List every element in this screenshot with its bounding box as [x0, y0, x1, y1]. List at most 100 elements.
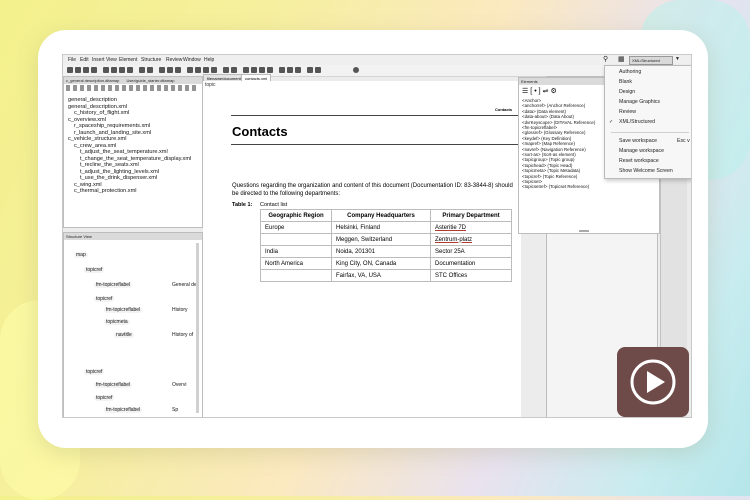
- menu-edit[interactable]: Edit: [80, 57, 89, 63]
- bold-icon[interactable]: [159, 67, 165, 73]
- italic-icon[interactable]: [167, 67, 173, 73]
- workspace-selector[interactable]: XML/Structured: [629, 56, 673, 65]
- table-icon[interactable]: [187, 67, 193, 73]
- map-tree-item[interactable]: t_adjust_the_seat_temperature.xml: [80, 149, 168, 155]
- workspace-action[interactable]: Show Welcome Screen: [619, 168, 673, 174]
- track-changes-icon[interactable]: [279, 67, 285, 73]
- menu-review[interactable]: Review: [166, 57, 182, 63]
- menu-file[interactable]: File: [68, 57, 76, 63]
- element-list-item[interactable]: <mapref> (Map Reference): [522, 141, 575, 146]
- element-list-item[interactable]: <Anchor>: [522, 98, 541, 103]
- map-tree-item[interactable]: r_spaceship_requirements.xml: [74, 123, 150, 129]
- element-list-item[interactable]: <keydef> (Key Definition): [522, 136, 571, 141]
- workspace-option[interactable]: Review: [619, 109, 636, 115]
- elements-resize-grip[interactable]: [579, 230, 589, 232]
- element-list-item[interactable]: <topicgroup> (Topic group): [522, 157, 574, 162]
- dropdown-arrow-icon[interactable]: ▼: [675, 56, 680, 62]
- element-tag-bubble[interactable]: topicref: [84, 267, 105, 273]
- menu-insert[interactable]: Insert: [92, 57, 105, 63]
- map-tree-item[interactable]: t_recline_the_seats.xml: [80, 162, 139, 168]
- menu-structure[interactable]: Structure: [141, 57, 161, 63]
- workspace-action[interactable]: Save workspace: [619, 138, 657, 144]
- document-canvas[interactable]: topic Contacts Contacts Questions regard…: [203, 81, 521, 417]
- map-tree-item[interactable]: t_adjust_the_lighting_levels.xml: [80, 169, 159, 175]
- map-tree-item[interactable]: c_thermal_protection.xml: [74, 188, 137, 194]
- element-tag-bubble[interactable]: navtitle: [114, 332, 134, 338]
- map-tree-item[interactable]: general_description: [68, 97, 117, 103]
- menu-help[interactable]: Help: [204, 57, 214, 63]
- attributes-icon[interactable]: [267, 67, 273, 73]
- element-list-item[interactable]: <anchorref> (Anchor Reference): [522, 103, 585, 108]
- spell-icon[interactable]: [223, 67, 229, 73]
- structure-node[interactable]: topicmeta: [104, 319, 130, 325]
- map-tree-item[interactable]: c_overview.xml: [68, 117, 106, 123]
- image-icon[interactable]: [203, 67, 209, 73]
- insert-element-icon[interactable]: [243, 67, 249, 73]
- element-tag-bubble[interactable]: fm-topicreflabel: [94, 282, 133, 288]
- wrap-icon[interactable]: [•]: [530, 88, 542, 95]
- settings-icon[interactable]: ⚙: [551, 88, 559, 95]
- structure-node[interactable]: fm-topicreflabel General de: [94, 282, 197, 288]
- element-list-item[interactable]: <glossref> (Glossary Reference): [522, 130, 585, 135]
- element-list-item[interactable]: <topicmeta> (Topic Metadata): [522, 168, 580, 173]
- map-tab-1[interactable]: c_general description.ditamap: [66, 78, 119, 83]
- element-list-item[interactable]: <navref> (Navigation Reference): [522, 147, 586, 152]
- new-icon[interactable]: [67, 67, 73, 73]
- table-cell-link[interactable]: Zentrum-platz: [430, 233, 512, 246]
- reject-icon[interactable]: [295, 67, 301, 73]
- undo-icon[interactable]: [139, 67, 145, 73]
- paste-icon[interactable]: [119, 67, 125, 73]
- change-element-icon[interactable]: [259, 67, 265, 73]
- preview-icon[interactable]: [307, 67, 313, 73]
- map-tree-item[interactable]: r_launch_and_landing_site.xml: [74, 130, 151, 136]
- element-list-item[interactable]: <data> (Data element): [522, 109, 566, 114]
- structure-node[interactable]: navtitle History of: [114, 332, 193, 338]
- map-tree-item[interactable]: t_change_the_seat_temperature_display.xm…: [80, 156, 191, 162]
- play-button[interactable]: [617, 347, 689, 417]
- search-icon[interactable]: ⚲: [603, 55, 608, 63]
- copy-icon[interactable]: [111, 67, 117, 73]
- workspace-action[interactable]: Reset workspace: [619, 158, 659, 164]
- menu-window[interactable]: Window: [183, 57, 201, 63]
- element-list-item[interactable]: <topichead> (Topic Head): [522, 163, 572, 168]
- workspace-option[interactable]: Manage Graphics: [619, 99, 660, 105]
- workspace-option[interactable]: Blank: [619, 79, 632, 85]
- structure-node[interactable]: fm-topicreflabel Overvi: [94, 382, 186, 388]
- element-tag-bubble[interactable]: topicmeta: [104, 319, 130, 325]
- element-tag-bubble[interactable]: fm-topicreflabel: [104, 407, 143, 413]
- element-tag-bubble[interactable]: topicref: [94, 296, 115, 302]
- element-tag-bubble[interactable]: topicref: [84, 369, 105, 375]
- element-list-item[interactable]: <sort-as> (Sort-as element): [522, 152, 576, 157]
- structure-node[interactable]: topicref: [94, 395, 115, 401]
- element-list-item[interactable]: <dvrKeyscope> (DITAVAL Reference): [522, 120, 595, 125]
- menu-view[interactable]: View: [106, 57, 117, 63]
- element-list-item[interactable]: <topicset>: [522, 179, 542, 184]
- workspace-option[interactable]: XML/Structured: [619, 119, 655, 125]
- map-tree-item[interactable]: t_use_the_drink_dispenser.xml: [80, 175, 157, 181]
- map-tree-item[interactable]: c_crew_area.xml: [74, 143, 116, 149]
- element-tag-bubble[interactable]: fm-topicreflabel: [94, 382, 133, 388]
- menu-element[interactable]: Element: [119, 57, 137, 63]
- help-icon[interactable]: [353, 67, 359, 73]
- element-list-item[interactable]: <topicref> (Topic Reference): [522, 174, 577, 179]
- print-icon[interactable]: [127, 67, 133, 73]
- structure-node[interactable]: topicref: [84, 369, 105, 375]
- table-cell-link[interactable]: Asteritie 7D: [430, 221, 512, 234]
- wrap-element-icon[interactable]: [251, 67, 257, 73]
- change-icon[interactable]: ⇌: [543, 88, 551, 95]
- structure-node[interactable]: topicref: [94, 296, 115, 302]
- structure-scrollbar[interactable]: [196, 243, 199, 413]
- map-tab-2[interactable]: User/guide_starter.ditamap: [127, 78, 175, 83]
- workspace-action[interactable]: Manage workspace: [619, 148, 664, 154]
- map-tree-item[interactable]: c_history_of_flight.xml: [74, 110, 129, 116]
- element-list-item[interactable]: <fm-topicreflabel>: [522, 125, 557, 130]
- accept-icon[interactable]: [287, 67, 293, 73]
- element-tag-bubble[interactable]: map: [74, 252, 88, 258]
- save-all-icon[interactable]: [91, 67, 97, 73]
- publish-icon[interactable]: [315, 67, 321, 73]
- open-icon[interactable]: [75, 67, 81, 73]
- map-tree-item[interactable]: general_description.xml: [68, 104, 127, 110]
- link-icon[interactable]: [211, 67, 217, 73]
- save-icon[interactable]: [83, 67, 89, 73]
- structure-node[interactable]: topicref: [84, 267, 105, 273]
